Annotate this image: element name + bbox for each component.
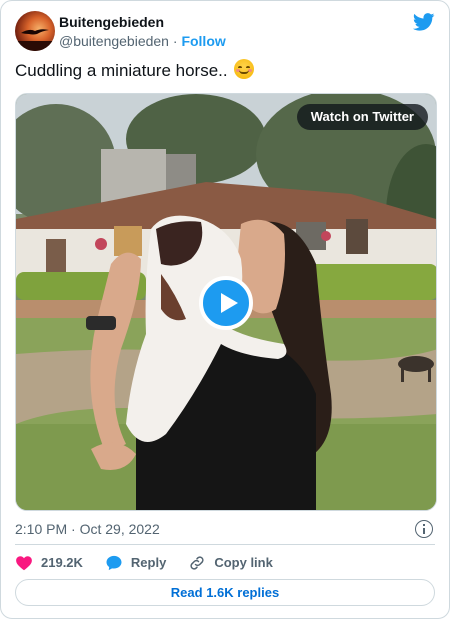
reply-label: Reply — [130, 555, 167, 570]
link-icon — [190, 556, 204, 570]
avatar[interactable] — [15, 11, 55, 51]
author-handle-row: @buitengebieden · Follow — [59, 32, 226, 50]
avatar-bird-silhouette — [15, 29, 55, 51]
tweet-timestamp[interactable]: 2:10 PM · Oct 29, 2022 — [15, 519, 160, 539]
read-replies-button[interactable]: Read 1.6K replies — [15, 579, 435, 606]
handle-separator: · — [172, 33, 178, 49]
play-icon[interactable] — [199, 276, 253, 330]
watch-on-twitter-button[interactable]: Watch on Twitter — [296, 104, 428, 130]
video-player[interactable]: Watch on Twitter — [15, 93, 437, 511]
twitter-bird-icon[interactable] — [413, 13, 435, 31]
author-display-name[interactable]: Buitengebieden — [59, 13, 226, 31]
info-icon[interactable] — [415, 520, 433, 538]
smiling-face-icon — [234, 59, 255, 79]
follow-button[interactable]: Follow — [181, 33, 225, 49]
tweet-text: Cuddling a miniature horse.. — [15, 59, 255, 83]
action-bar: 219.2K Reply Copy link — [15, 553, 295, 573]
like-button[interactable]: 219.2K — [15, 554, 83, 572]
tweet-header: Buitengebieden @buitengebieden · Follow — [15, 11, 435, 53]
copy-link-label: Copy link — [214, 555, 273, 570]
tweet-card: Buitengebieden @buitengebieden · Follow … — [0, 0, 450, 619]
reply-bubble-icon — [106, 555, 122, 571]
heart-icon — [16, 556, 32, 571]
copy-link-button[interactable]: Copy link — [188, 554, 273, 572]
reply-button[interactable]: Reply — [105, 554, 166, 572]
like-count: 219.2K — [41, 555, 83, 570]
tweet-body: Cuddling a miniature horse.. — [15, 61, 228, 80]
divider — [15, 544, 435, 545]
author-names: Buitengebieden @buitengebieden · Follow — [59, 13, 226, 50]
author-handle[interactable]: @buitengebieden — [59, 33, 169, 49]
